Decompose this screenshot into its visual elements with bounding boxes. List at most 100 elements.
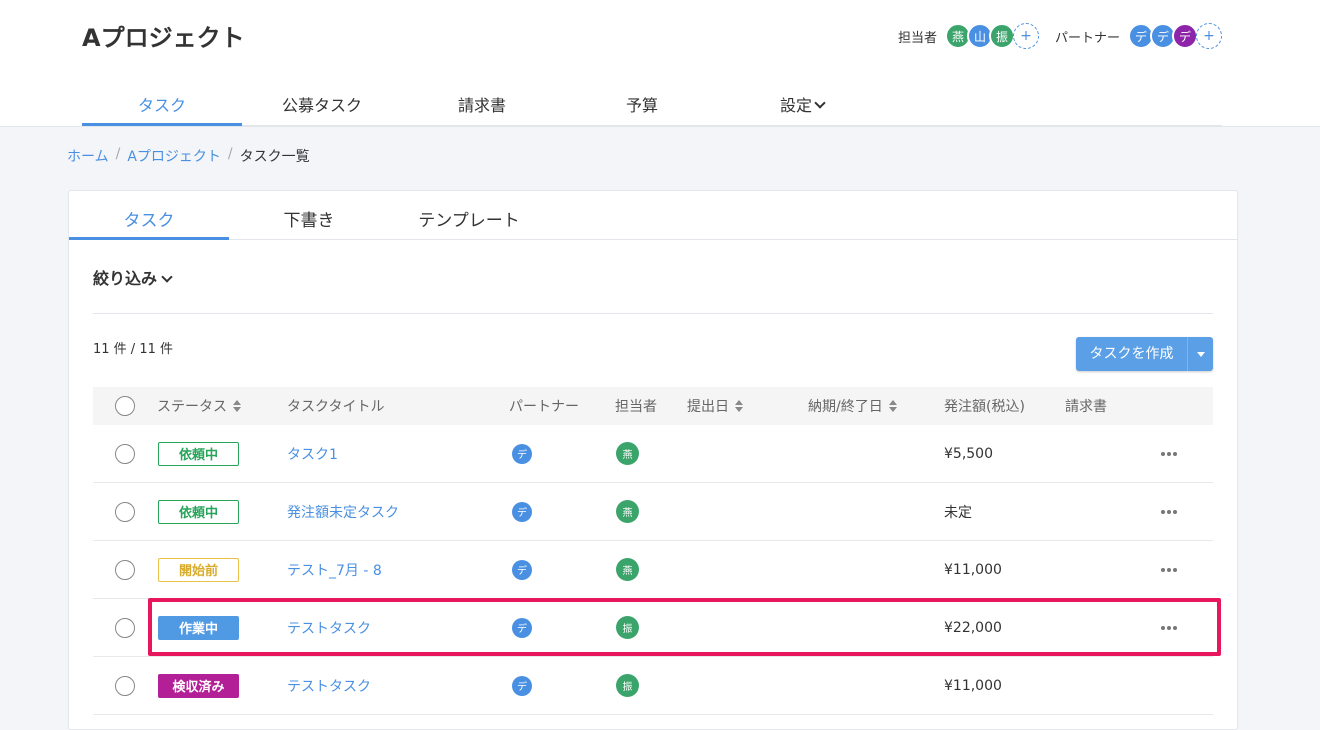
create-task-button[interactable]: タスクを作成 <box>1076 337 1187 371</box>
assignee-avatar[interactable]: 燕 <box>616 558 639 581</box>
nav-item[interactable]: タスク <box>82 80 242 126</box>
task-title-link[interactable]: 発注額未定タスク <box>287 502 399 522</box>
sort-icon <box>233 400 241 412</box>
partner-cell: デ <box>512 657 532 714</box>
task-card: タスク 下書き テンプレート 絞り込み 11 件 / 11 件 タスクを作成 ステー… <box>68 190 1238 730</box>
checkbox <box>115 617 135 638</box>
task-title-cell: 発注額未定タスク <box>287 483 399 540</box>
partner-avatar[interactable]: デ <box>512 559 532 580</box>
add-partner-button[interactable]: + <box>1196 23 1222 49</box>
row-menu-button[interactable] <box>1161 541 1177 598</box>
page-header: Aプロジェクト 担当者 燕山振 + パートナー デデデ + タスク 公募タスク 請求書 予… <box>0 0 1320 127</box>
nav-item[interactable]: 公募タスク <box>242 80 402 125</box>
task-title-link[interactable]: テストタスク <box>287 676 371 696</box>
sort-icon <box>888 400 897 412</box>
nav-item-label: 請求書 <box>457 96 506 115</box>
table-row: 依頼中 タスク1 デ 燕 ¥5,500 <box>93 425 1213 483</box>
partner-avatar[interactable]: デ <box>512 617 532 638</box>
chevron-down-icon <box>161 271 173 283</box>
row-menu-button[interactable] <box>1161 483 1177 540</box>
partner-cell: デ <box>512 483 532 540</box>
assignee-cell: 振 <box>616 657 639 714</box>
assignee-avatars: 燕山振 + <box>944 23 1039 49</box>
assignee-cell: 振 <box>616 599 639 656</box>
status-badge: 開始前 <box>158 557 239 582</box>
tab[interactable]: 下書き <box>229 191 389 239</box>
row-checkbox[interactable] <box>115 599 135 656</box>
row-menu-button[interactable] <box>1161 425 1177 482</box>
row-checkbox[interactable] <box>115 425 135 482</box>
task-tabs: タスク 下書き テンプレート <box>69 191 1237 240</box>
header-title: タスクタイトル <box>287 399 385 415</box>
assignee-label: 担当者 <box>897 30 937 46</box>
breadcrumb-current: タスク一覧 <box>239 149 310 165</box>
row-menu-button[interactable] <box>1161 599 1177 656</box>
task-title-cell: テストタスク <box>287 599 371 656</box>
nav-item[interactable]: 設定 <box>722 80 882 125</box>
row-checkbox[interactable] <box>115 541 135 598</box>
nav-item-label: タスク <box>137 96 186 115</box>
partner-avatar[interactable]: デ <box>512 501 532 522</box>
task-title-cell: テスト_7月 - 8 <box>287 541 382 598</box>
checkbox <box>115 675 135 696</box>
tab[interactable]: テンプレート <box>389 191 549 239</box>
status-cell: 検収済み <box>158 657 239 714</box>
assignee-avatar[interactable]: 燕 <box>616 442 639 465</box>
task-title-link[interactable]: テストタスク <box>287 618 371 638</box>
nav-item[interactable]: 請求書 <box>402 80 562 125</box>
partner-avatar[interactable]: デ <box>512 443 532 464</box>
assignee-avatar[interactable]: 燕 <box>616 500 639 523</box>
partner-cell: デ <box>512 541 532 598</box>
amount-cell: ¥11,000 <box>944 677 1002 694</box>
header-assignee: 担当者 <box>615 399 657 415</box>
status-badge: 依頼中 <box>158 441 239 466</box>
row-checkbox[interactable] <box>115 657 135 714</box>
more-icon <box>1161 625 1177 630</box>
task-title-cell: タスク1 <box>287 425 338 482</box>
filter-toggle[interactable]: 絞り込み <box>93 265 173 289</box>
nav-item-label: 予算 <box>625 96 658 115</box>
header-amount: 発注額(税込) <box>944 399 1025 415</box>
row-checkbox[interactable] <box>115 483 135 540</box>
header-partner: パートナー <box>509 399 579 415</box>
table-row: 検収済み テストタスク デ 振 ¥11,000 <box>93 657 1213 715</box>
amount-cell: ¥5,500 <box>944 445 993 462</box>
breadcrumb-separator: / <box>115 146 121 162</box>
assignee-avatar[interactable]: 振 <box>616 674 639 697</box>
project-members: 担当者 燕山振 + パートナー デデデ + <box>898 23 1222 49</box>
breadcrumb: ホーム / Aプロジェクト / タスク一覧 <box>67 146 310 166</box>
status-cell: 依頼中 <box>158 483 239 540</box>
amount-cell: ¥22,000 <box>944 619 1002 636</box>
assignee-avatar[interactable]: 振 <box>988 23 1015 49</box>
task-title-link[interactable]: タスク1 <box>287 444 338 464</box>
partner-label: パートナー <box>1054 30 1120 46</box>
nav-item[interactable]: 予算 <box>562 80 722 125</box>
assignee-cell: 燕 <box>616 541 639 598</box>
chevron-down-icon <box>814 97 826 109</box>
task-title-link[interactable]: テスト_7月 - 8 <box>287 560 382 580</box>
create-task-dropdown-button[interactable] <box>1187 337 1213 371</box>
header-submit-date[interactable]: 提出日 <box>687 387 743 425</box>
checkbox <box>115 501 135 522</box>
partner-avatar[interactable]: デ <box>1172 23 1198 49</box>
breadcrumb-project[interactable]: Aプロジェクト <box>127 146 221 166</box>
status-cell: 作業中 <box>158 599 239 656</box>
amount-cell: ¥11,000 <box>944 561 1002 578</box>
task-count: 11 件 / 11 件 <box>93 342 173 357</box>
status-badge: 作業中 <box>158 615 239 640</box>
header-due-date[interactable]: 納期/終了日 <box>808 387 897 425</box>
project-title: Aプロジェクト <box>82 24 245 52</box>
nav-item-label: 設定 <box>779 96 812 115</box>
more-icon <box>1161 567 1177 572</box>
add-assignee-button[interactable]: + <box>1012 23 1039 49</box>
header-status[interactable]: ステータス <box>157 387 241 425</box>
partner-avatar[interactable]: デ <box>512 675 532 696</box>
assignee-avatar[interactable]: 振 <box>616 616 639 639</box>
table-row: 依頼中 発注額未定タスク デ 燕 未定 <box>93 483 1213 541</box>
task-table: ステータス タスクタイトル パートナー 担当者 提出日 納期/終了日 発注額(税… <box>93 387 1213 715</box>
breadcrumb-home[interactable]: ホーム <box>67 146 109 166</box>
select-all-checkbox[interactable] <box>115 387 135 425</box>
tab[interactable]: タスク <box>69 191 229 240</box>
status-cell: 依頼中 <box>158 425 239 482</box>
status-badge: 依頼中 <box>158 499 239 524</box>
